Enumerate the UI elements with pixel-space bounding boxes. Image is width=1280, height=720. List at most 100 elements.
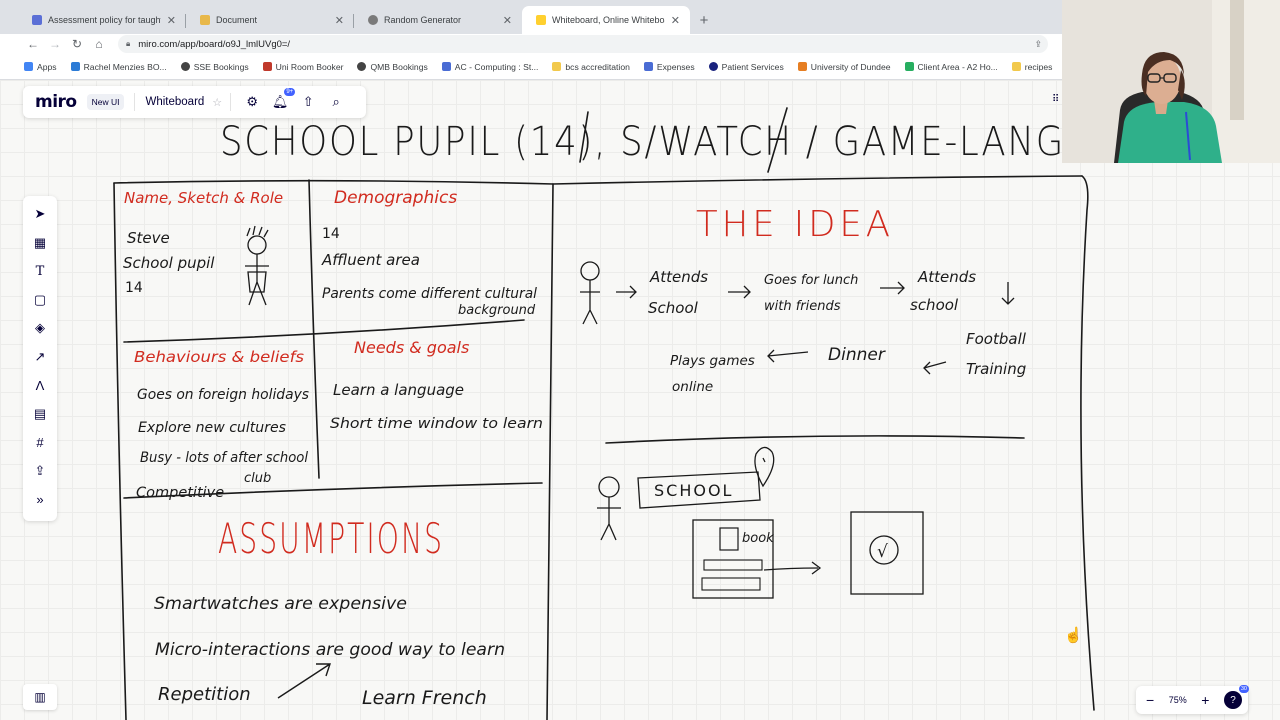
search-icon[interactable]: ⌕ <box>327 94 345 110</box>
bookmark-label: Rachel Menzies BO... <box>83 61 167 72</box>
behaviours-line: Explore new cultures <box>138 420 286 436</box>
bookmark-expenses[interactable]: Expenses <box>643 61 695 72</box>
answer-option <box>703 559 763 571</box>
back-arrow-icon[interactable]: ← <box>22 37 44 51</box>
tab-assessment-policy[interactable]: Assessment policy for taught pro ✕ <box>18 6 186 34</box>
globe-icon <box>368 15 378 25</box>
folder-icon <box>1011 62 1021 71</box>
upload-icon[interactable]: ⇪ <box>26 457 54 486</box>
close-icon[interactable]: ✕ <box>671 14 680 27</box>
arrow-icon <box>277 663 331 699</box>
pen-icon[interactable]: Λ <box>26 371 54 400</box>
bookmark-apps[interactable]: Apps <box>24 62 57 72</box>
miro-board-canvas[interactable]: SCHOOL PUPIL (14), S/WATCH / GAME-LANG N… <box>0 80 1280 720</box>
tab-document[interactable]: Document ✕ <box>186 6 354 34</box>
export-upload-icon[interactable]: ⇧ <box>299 94 317 110</box>
new-ui-badge[interactable]: New UI <box>86 94 125 110</box>
url-text: miro.com/app/board/o9J_lmlUVg0=/ <box>138 38 291 50</box>
flow-step: Plays games online <box>670 353 755 395</box>
bookmark-ac-computing[interactable]: AC - Computing : St... <box>441 61 539 72</box>
arrow-icon[interactable]: ↗ <box>26 343 54 372</box>
select-icon[interactable]: ➤ <box>26 200 54 229</box>
tab-random-generator[interactable]: Random Generator ✕ <box>354 6 522 34</box>
flow-step: Football Training <box>966 330 1027 378</box>
presenter-video <box>1062 0 1280 163</box>
assumptions-title: ASSUMPTIONS <box>218 514 444 563</box>
share-icon[interactable]: ⇪ <box>1034 39 1042 50</box>
needs-title: Needs & goals <box>354 338 469 357</box>
idea-title: THE IDEA <box>696 204 894 245</box>
board-panel-icon[interactable]: ▥ <box>23 684 57 710</box>
bookmark-recipes[interactable]: recipes <box>1011 62 1052 72</box>
close-icon[interactable]: ✕ <box>503 14 512 27</box>
close-icon[interactable]: ✕ <box>167 14 176 27</box>
grid-apps-icon[interactable]: ⠿ <box>1052 94 1059 105</box>
sticky-note-icon[interactable]: ▢ <box>26 286 54 315</box>
home-icon[interactable]: ⌂ <box>88 37 110 51</box>
bookmark-dundee[interactable]: University of Dundee <box>797 62 891 72</box>
divider <box>134 93 136 111</box>
hand-cursor-icon: ☝ <box>1064 627 1083 644</box>
zoom-level[interactable]: 75% <box>1169 695 1187 705</box>
school-label: SCHOOL <box>654 481 733 500</box>
needs-line: Learn a language <box>333 381 464 399</box>
flow-step: Dinner <box>828 345 886 365</box>
globe-icon <box>357 62 367 71</box>
bookmark-patient-services[interactable]: Patient Services <box>708 61 784 72</box>
behaviours-line: club <box>244 471 271 486</box>
more-icon[interactable]: » <box>26 485 54 514</box>
zoom-out-button[interactable]: − <box>1146 692 1154 708</box>
template-icon[interactable]: ▦ <box>26 229 54 258</box>
notification-bell-icon[interactable]: 🔔︎ 9+ <box>271 88 296 110</box>
reload-icon[interactable]: ↻ <box>66 37 88 51</box>
tab-label: Random Generator <box>384 15 462 25</box>
uni-icon <box>797 62 807 71</box>
new-tab-button[interactable]: + <box>690 6 718 34</box>
bookmarks-bar: Apps Rachel Menzies BO... SSE Bookings U… <box>0 54 1062 80</box>
demographics-line: 14 <box>322 226 340 242</box>
flow-step-line2: School <box>648 299 699 317</box>
address-bar[interactable]: 🔒︎ miro.com/app/board/o9J_lmlUVg0=/ ⇪ <box>118 35 1048 53</box>
bookmark-room-booker[interactable]: Uni Room Booker <box>262 61 344 72</box>
demographics-line: Affluent area <box>321 251 420 269</box>
behaviours-line: Goes on foreign holidays <box>137 387 309 403</box>
demographics-line: background <box>458 303 536 318</box>
stick-figure-icon <box>245 225 269 306</box>
bookmark-sse[interactable]: SSE Bookings <box>180 62 249 72</box>
assumptions-line: Repetition <box>158 684 251 705</box>
frame-line <box>546 183 554 720</box>
bookmark-qmb[interactable]: QMB Bookings <box>357 62 428 72</box>
bookmark-label: AC - Computing : St... <box>454 61 539 72</box>
tab-whiteboard[interactable]: Whiteboard, Online Whiteboard ✕ <box>522 6 690 34</box>
frame-icon[interactable]: # <box>26 428 54 457</box>
bookmark-client-area[interactable]: Client Area - A2 Ho... <box>904 62 998 72</box>
frame-line <box>605 435 1025 444</box>
behaviours-title: Behaviours & beliefs <box>134 348 304 366</box>
leaf-icon <box>904 62 914 71</box>
bookmark-label: Expenses <box>656 61 695 72</box>
comment-icon[interactable]: ▤ <box>26 400 54 429</box>
bookmark-rachel[interactable]: Rachel Menzies BO... <box>70 61 167 72</box>
stick-figure-icon <box>597 476 621 541</box>
frame-line <box>308 179 320 479</box>
bookmark-label: Uni Room Booker <box>275 61 344 72</box>
help-icon[interactable]: ? 30 <box>1223 685 1249 709</box>
star-icon[interactable]: ☆ <box>212 96 222 109</box>
bookmark-label: Apps <box>37 61 57 72</box>
browser-chrome: Assessment policy for taught pro ✕ Docum… <box>0 0 1062 80</box>
settings-gear-icon[interactable]: ⚙ <box>243 94 261 110</box>
miro-logo[interactable]: miro <box>35 92 77 112</box>
whiteboard-drawing[interactable]: SCHOOL PUPIL (14), S/WATCH / GAME-LANG N… <box>0 80 1280 720</box>
close-icon[interactable]: ✕ <box>335 14 344 27</box>
bookmark-label: Patient Services <box>721 61 784 72</box>
zoom-in-button[interactable]: + <box>1201 692 1209 708</box>
help-badge: 30 <box>1238 685 1249 693</box>
forward-arrow-icon[interactable]: → <box>44 37 66 51</box>
shapes-icon[interactable]: ◈ <box>26 314 54 343</box>
text-icon[interactable]: T <box>26 257 54 286</box>
board-name[interactable]: Whiteboard <box>145 96 204 108</box>
tab-label: Document <box>216 15 258 25</box>
bookmark-bcs[interactable]: bcs accreditation <box>552 62 630 72</box>
board-heading: SCHOOL PUPIL (14), S/WATCH / GAME-LANG <box>220 119 1065 165</box>
demographics-line: Parents come different cultural <box>322 286 537 302</box>
